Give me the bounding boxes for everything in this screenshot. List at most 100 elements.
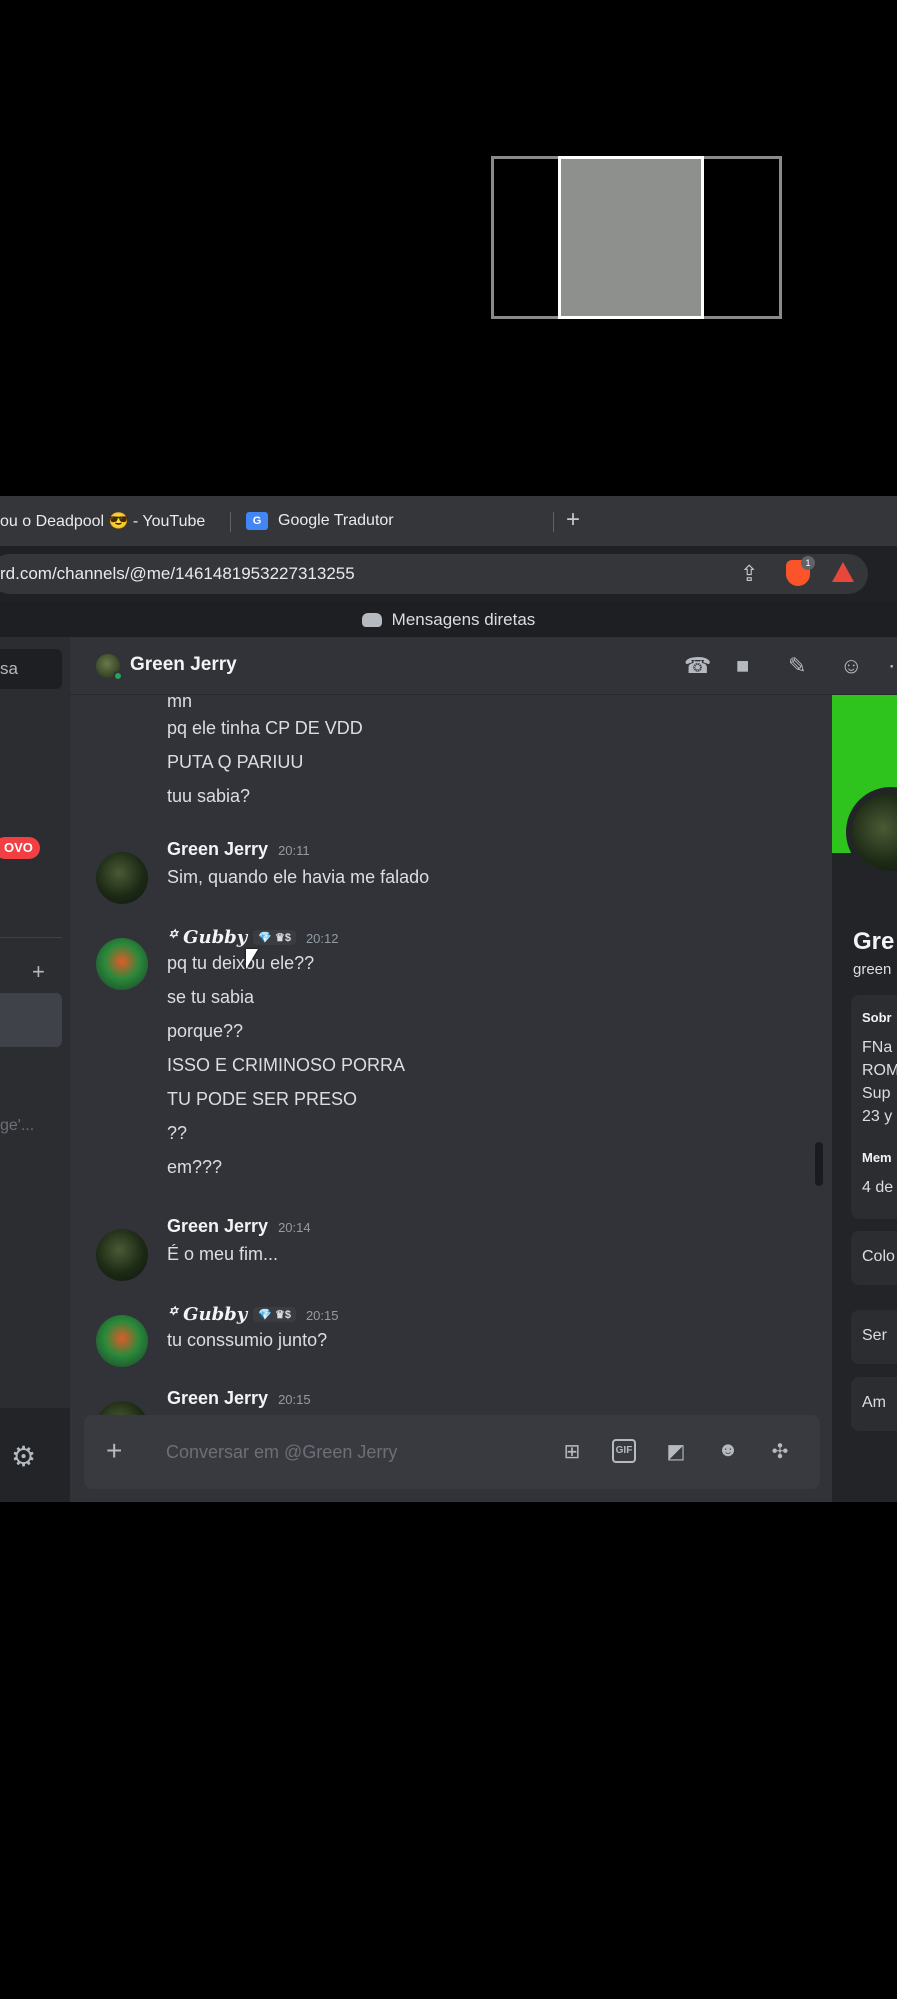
bio-line: 23 y	[862, 1108, 893, 1125]
online-status-dot	[113, 671, 123, 681]
author-name[interactable]: Green Jerry	[167, 839, 268, 859]
screen-capture: ou o Deadpool 😎 - YouTube G Google Tradu…	[0, 496, 897, 1502]
bio-line: ROM	[862, 1062, 897, 1079]
message-text: ISSO E CRIMINOSO PORRA	[167, 1055, 406, 1075]
pin-icon[interactable]: ✎	[788, 653, 806, 679]
profile-about-card: Sobr FNa ROM Sup 23 y Mem 4 de	[851, 995, 897, 1219]
browser-tab-bar: ou o Deadpool 😎 - YouTube G Google Tradu…	[0, 496, 897, 546]
brave-rewards-icon[interactable]	[832, 562, 854, 582]
message-text: tuu sabia?	[167, 786, 251, 806]
more-icon[interactable]: ⋯	[888, 653, 897, 679]
bio-line: FNa	[862, 1039, 893, 1056]
sidebar-divider	[0, 937, 62, 938]
dm-sidebar: sa OVO + ge'... ⚙	[0, 637, 70, 1502]
tab-youtube[interactable]: ou o Deadpool 😎 - YouTube	[0, 496, 205, 546]
tab-divider	[553, 512, 554, 532]
composer-box: + ⊞ GIF ◩ ☻ ✣	[84, 1415, 820, 1489]
video-thumbnail	[558, 156, 704, 319]
message-text: se tu sabia	[167, 987, 255, 1007]
share-icon[interactable]: ⇪	[740, 561, 764, 586]
avatar[interactable]	[96, 1401, 148, 1415]
message-header: Green Jerry 20:15	[167, 1388, 311, 1409]
member-since-value: 4 de	[862, 1179, 894, 1196]
add-user-icon[interactable]: ☺	[840, 653, 862, 679]
gif-icon[interactable]: GIF	[612, 1439, 636, 1463]
channel-name[interactable]: Green Jerry	[130, 654, 237, 676]
profile-row-ser[interactable]: Ser	[851, 1310, 897, 1364]
plus-icon[interactable]: +	[106, 1435, 122, 1467]
composer-area: + ⊞ GIF ◩ ☻ ✣	[70, 1415, 832, 1502]
message-text: mn	[167, 695, 193, 711]
gear-icon[interactable]: ⚙	[11, 1440, 36, 1473]
message-timestamp: 20:12	[305, 931, 339, 946]
message-text: TU PODE SER PRESO	[167, 1089, 358, 1109]
tab-label: ou o Deadpool 😎 - YouTube	[0, 513, 206, 530]
server-tag-badge: 💎 ♛$	[253, 930, 296, 945]
message-header: ꙳ Gubby 💎 ♛$ 20:12	[167, 925, 338, 949]
new-badge: OVO	[0, 837, 40, 859]
profile-display-name: Gre	[853, 928, 895, 955]
address-bar: rd.com/channels/@me/1461481953227313255 …	[0, 546, 897, 602]
sidebar-item-active-dm[interactable]	[0, 993, 62, 1047]
emoji-icon[interactable]: ☻	[716, 1439, 740, 1463]
message-timestamp: 20:15	[305, 1308, 339, 1323]
message-input[interactable]	[166, 1437, 546, 1467]
brave-badge-count: 1	[801, 556, 815, 570]
user-panel: ⚙	[0, 1408, 70, 1502]
sidebar-item-truncated[interactable]: ge'...	[0, 1117, 34, 1135]
message-text: pq ele tinha CP DE VDD	[167, 718, 363, 738]
video-preview-frame	[491, 156, 782, 319]
profile-row-label: Am	[862, 1394, 886, 1411]
message-text: É o meu fim...	[167, 1244, 279, 1264]
avatar[interactable]	[96, 938, 148, 990]
message-timestamp: 20:14	[278, 1220, 311, 1235]
tab-google-tradutor[interactable]: G Google Tradutor	[246, 496, 394, 546]
find-conversation-button[interactable]: sa	[0, 649, 62, 689]
profile-username: green	[853, 961, 892, 978]
profile-row-am[interactable]: Am	[851, 1377, 897, 1431]
message-timestamp: 20:11	[278, 843, 310, 858]
message-header: Green Jerry 20:11	[167, 839, 310, 860]
tab-label: Google Tradutor	[278, 512, 394, 529]
tab-divider	[230, 512, 231, 532]
bio-line: Sup	[862, 1085, 891, 1102]
avatar[interactable]	[96, 852, 148, 904]
author-name[interactable]: ꙳ Gubby	[167, 1304, 247, 1325]
apps-icon[interactable]: ✣	[768, 1439, 792, 1463]
phone-icon[interactable]: ☎	[684, 653, 711, 679]
scrollbar-thumb[interactable]	[815, 1142, 823, 1186]
message-text: pq tu deixou ele??	[167, 953, 315, 973]
profile-row-label: Colo	[862, 1248, 895, 1265]
message-text: em???	[167, 1157, 223, 1177]
message-header: ꙳ Gubby 💎 ♛$ 20:15	[167, 1302, 338, 1326]
discord-icon	[361, 612, 382, 627]
app-title-bar: Mensagens diretas	[0, 602, 897, 637]
message-text: PUTA Q PARIUU	[167, 752, 304, 772]
chat-header: Green Jerry ☎ ■ ✎ ☺ ⋯	[70, 637, 897, 695]
server-tag-badge: 💎 ♛$	[253, 1307, 296, 1322]
google-translate-icon: G	[246, 512, 268, 530]
author-name[interactable]: Green Jerry	[167, 1388, 268, 1408]
profile-row-label: Ser	[862, 1327, 887, 1344]
avatar[interactable]	[96, 1315, 148, 1367]
author-name[interactable]: Green Jerry	[167, 1216, 268, 1236]
message-text: Sim, quando ele havia me falado	[167, 867, 430, 887]
create-dm-plus-icon[interactable]: +	[32, 959, 45, 985]
profile-row-colo[interactable]: Colo	[851, 1231, 897, 1285]
url-text[interactable]: rd.com/channels/@me/1461481953227313255	[0, 564, 355, 584]
message-text: porque??	[167, 1021, 244, 1041]
gift-icon[interactable]: ⊞	[560, 1439, 584, 1463]
mouse-cursor-icon	[246, 949, 258, 969]
message-timestamp: 20:15	[278, 1392, 311, 1407]
avatar[interactable]	[96, 1229, 148, 1281]
search-fragment: sa	[0, 659, 18, 678]
author-name[interactable]: ꙳ Gubby	[167, 927, 247, 948]
sticker-icon[interactable]: ◩	[664, 1439, 688, 1463]
message-header: Green Jerry 20:14	[167, 1216, 311, 1237]
window-title: Mensagens diretas	[391, 609, 536, 629]
about-title: Sobr	[862, 1010, 892, 1025]
new-tab-button[interactable]: +	[566, 506, 580, 534]
member-since-title: Mem	[862, 1150, 892, 1165]
video-camera-icon[interactable]: ■	[736, 653, 749, 679]
message-text: ??	[167, 1123, 188, 1143]
